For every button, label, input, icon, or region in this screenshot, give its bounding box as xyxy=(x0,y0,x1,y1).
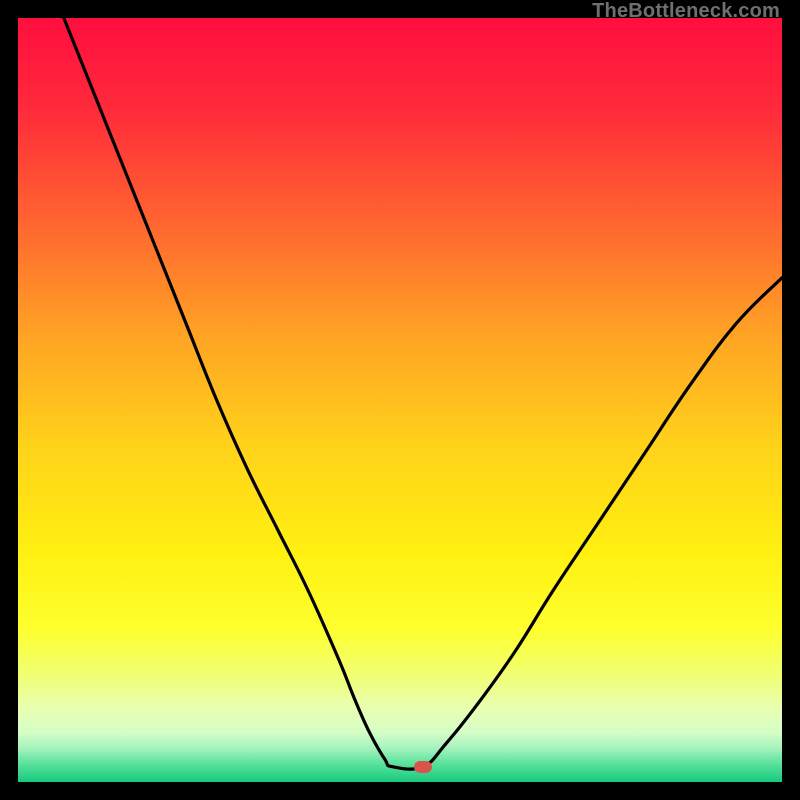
bottleneck-curve xyxy=(18,18,782,782)
optimal-marker xyxy=(414,761,432,773)
chart-frame: TheBottleneck.com xyxy=(0,0,800,800)
plot-area xyxy=(18,18,782,782)
watermark-text: TheBottleneck.com xyxy=(592,0,780,23)
